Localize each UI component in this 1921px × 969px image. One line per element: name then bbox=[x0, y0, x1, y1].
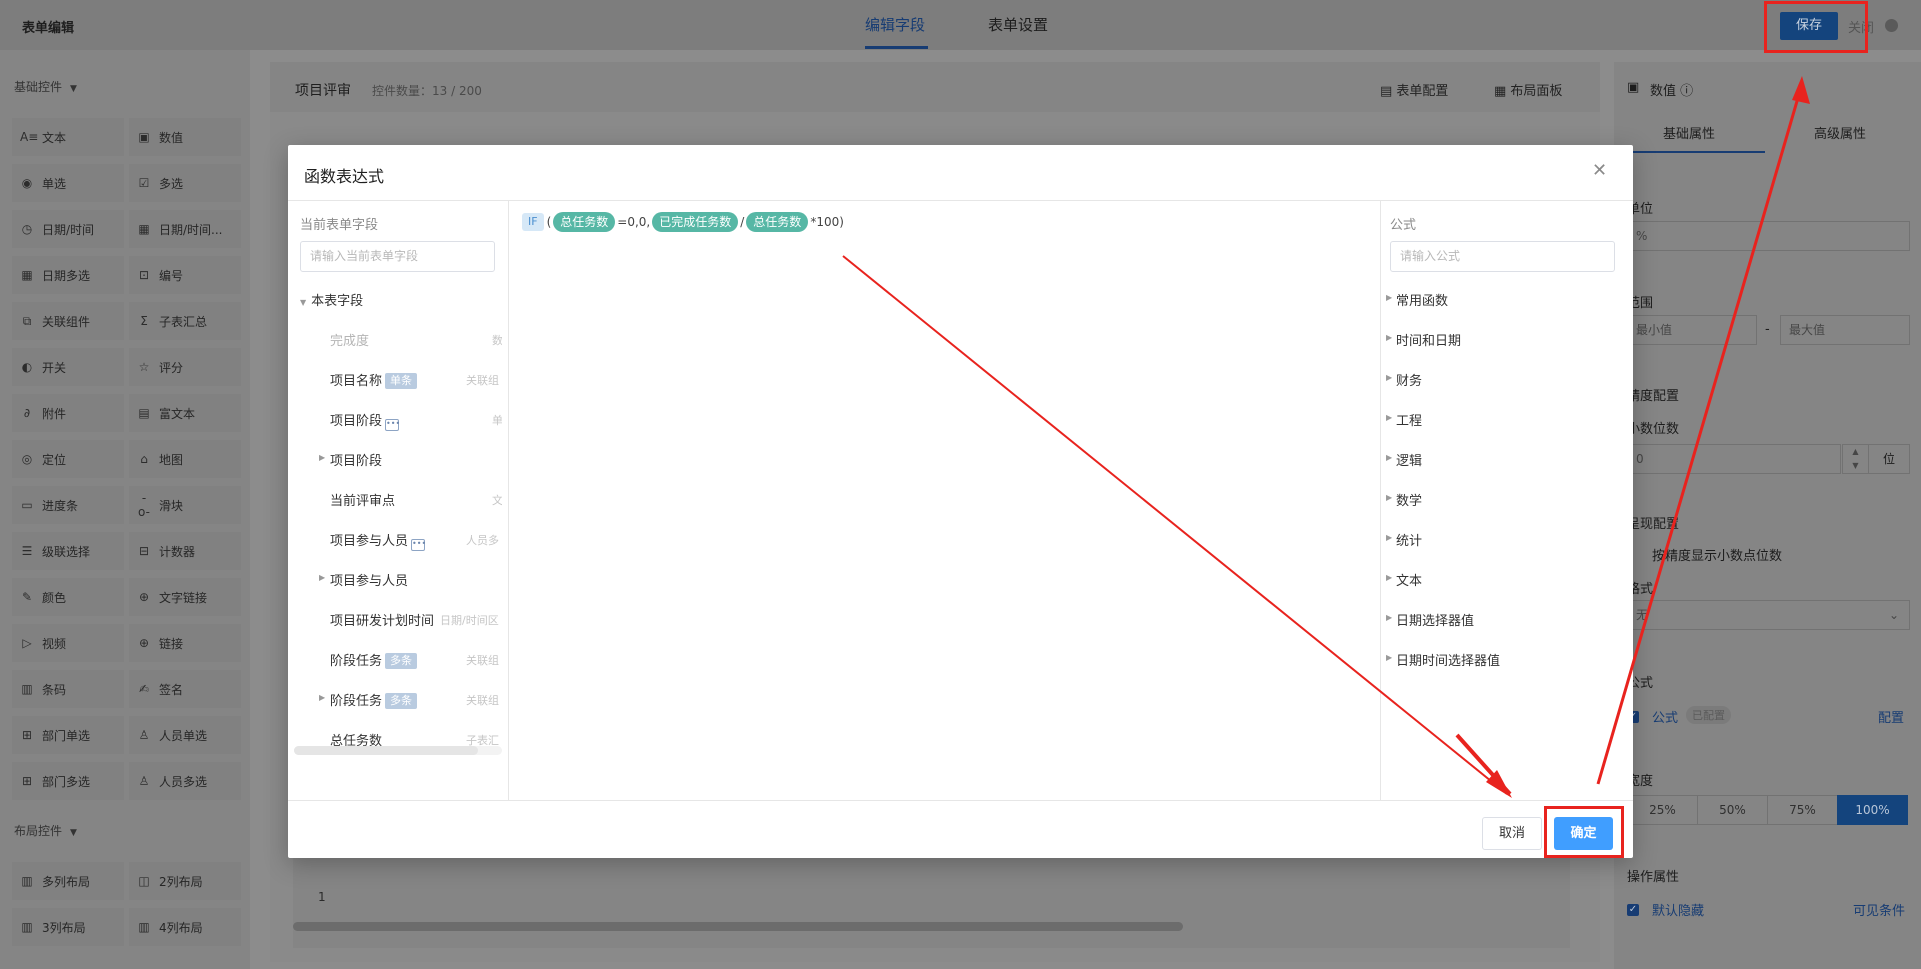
annotation-arrows bbox=[842, 76, 1810, 798]
annotation-arrow-thick bbox=[1455, 733, 1512, 796]
annotation-arrowhead bbox=[1792, 76, 1810, 104]
annotation-arrow-to-confirm bbox=[842, 255, 1508, 795]
annotation-arrow-to-save bbox=[1596, 83, 1804, 785]
